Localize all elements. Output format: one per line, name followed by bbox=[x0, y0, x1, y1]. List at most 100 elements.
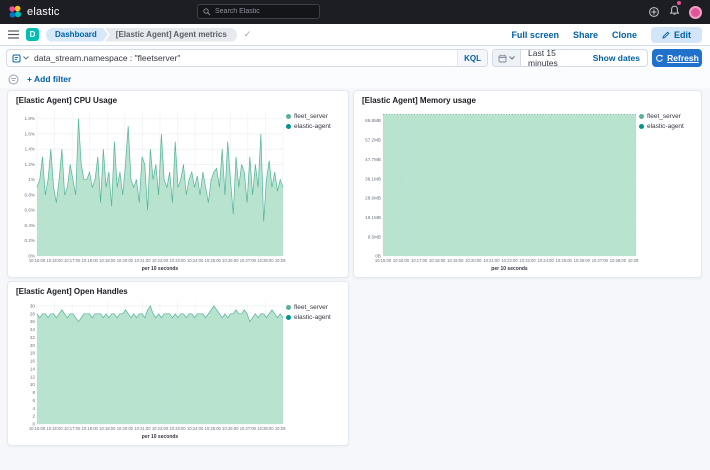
legend-label: fleet_server bbox=[294, 304, 328, 311]
svg-text:10:23:00: 10:23:00 bbox=[519, 258, 536, 263]
svg-text:0.6%: 0.6% bbox=[25, 208, 35, 213]
svg-text:47.7MB: 47.7MB bbox=[365, 157, 381, 162]
svg-text:20: 20 bbox=[30, 343, 36, 348]
svg-text:10:15:00: 10:15:00 bbox=[29, 426, 46, 431]
notification-dot bbox=[677, 1, 681, 5]
svg-text:10:19:00: 10:19:00 bbox=[99, 426, 116, 431]
svg-text:per 10 seconds: per 10 seconds bbox=[142, 434, 179, 440]
svg-text:10:22:00: 10:22:00 bbox=[152, 426, 169, 431]
svg-text:10:25:00: 10:25:00 bbox=[205, 426, 222, 431]
legend-item-elastic-agent[interactable]: elastic-agent bbox=[286, 123, 344, 130]
global-search[interactable] bbox=[197, 4, 320, 19]
legend-item-fleet_server[interactable]: fleet_server bbox=[286, 113, 344, 120]
notifications-bell-icon[interactable] bbox=[669, 3, 680, 21]
refresh-icon bbox=[655, 54, 664, 63]
svg-text:10:26:00: 10:26:00 bbox=[222, 426, 239, 431]
legend-item-fleet_server[interactable]: fleet_server bbox=[286, 304, 344, 311]
chevron-down-icon bbox=[23, 56, 29, 60]
svg-text:9.5MB: 9.5MB bbox=[368, 234, 381, 239]
svg-text:10:20:00: 10:20:00 bbox=[117, 258, 134, 263]
breadcrumb: Dashboard [Elastic Agent] Agent metrics bbox=[46, 28, 237, 42]
panel-title: [Elastic Agent] Memory usage bbox=[354, 91, 701, 106]
time-range-value[interactable]: Last 15 minutes bbox=[521, 48, 593, 68]
svg-text:4: 4 bbox=[32, 406, 35, 411]
legend-label: elastic-agent bbox=[647, 123, 684, 130]
svg-text:10:29:00: 10:29:00 bbox=[275, 426, 286, 431]
query-language-label: KQL bbox=[464, 54, 481, 63]
legend-label: fleet_server bbox=[647, 113, 681, 120]
query-language-button[interactable]: KQL bbox=[457, 50, 487, 66]
svg-text:10:15:00: 10:15:00 bbox=[375, 258, 392, 263]
svg-text:10:26:00: 10:26:00 bbox=[574, 258, 591, 263]
svg-text:0.2%: 0.2% bbox=[25, 238, 35, 243]
svg-text:10:28:00: 10:28:00 bbox=[257, 258, 274, 263]
memory-usage-chart[interactable]: 10:15:0010:16:0010:17:0010:18:0010:19:00… bbox=[356, 106, 639, 275]
clone-button[interactable]: Clone bbox=[612, 30, 637, 40]
svg-text:10:18:00: 10:18:00 bbox=[429, 258, 446, 263]
chevron-down-icon bbox=[509, 56, 515, 60]
breadcrumb-dashboard[interactable]: Dashboard bbox=[46, 28, 108, 42]
add-filter-button[interactable]: + Add filter bbox=[27, 74, 71, 84]
svg-text:8: 8 bbox=[32, 390, 35, 395]
panel-title: [Elastic Agent] CPU Usage bbox=[8, 91, 348, 106]
svg-text:10:19:00: 10:19:00 bbox=[447, 258, 464, 263]
brand-name: elastic bbox=[27, 6, 60, 18]
svg-text:24: 24 bbox=[30, 327, 36, 332]
panel-open-handles: [Elastic Agent] Open Handles 10:15:00 10:… bbox=[7, 281, 349, 446]
svg-text:10:29:00: 10:29:00 bbox=[275, 258, 286, 263]
time-picker-calendar-button[interactable] bbox=[493, 50, 521, 66]
filter-options-icon[interactable] bbox=[8, 74, 19, 85]
user-avatar[interactable] bbox=[689, 6, 702, 19]
chart-legend: fleet_server elastic-agent bbox=[639, 106, 697, 275]
chart-legend: fleet_server elastic-agent bbox=[286, 106, 344, 275]
svg-text:10:25:00: 10:25:00 bbox=[556, 258, 573, 263]
svg-text:10:17:00: 10:17:00 bbox=[411, 258, 428, 263]
svg-text:10:25:00: 10:25:00 bbox=[205, 258, 222, 263]
svg-text:26: 26 bbox=[30, 319, 36, 324]
open-handles-chart[interactable]: 10:15:0010:16:0010:17:0010:18:0010:19:00… bbox=[10, 297, 286, 443]
cpu-usage-chart[interactable]: 10:15:0010:16:0010:17:0010:18:0010:19:00… bbox=[10, 106, 286, 275]
refresh-button[interactable]: Refresh bbox=[652, 49, 702, 67]
kql-query-box[interactable]: KQL bbox=[6, 49, 488, 67]
legend-label: elastic-agent bbox=[294, 314, 331, 321]
search-icon bbox=[203, 8, 211, 16]
svg-text:10:24:00: 10:24:00 bbox=[187, 258, 204, 263]
svg-text:10:19:00: 10:19:00 bbox=[99, 258, 116, 263]
legend-item-fleet_server[interactable]: fleet_server bbox=[639, 113, 697, 120]
svg-text:10:20:00: 10:20:00 bbox=[465, 258, 482, 263]
svg-text:16: 16 bbox=[30, 359, 36, 364]
svg-text:30: 30 bbox=[30, 303, 36, 308]
search-input[interactable] bbox=[215, 8, 314, 15]
guided-setup-icon[interactable] bbox=[648, 6, 660, 18]
chart-canvas: 10:15:0010:16:0010:17:0010:18:0010:19:00… bbox=[10, 106, 286, 275]
svg-text:10:23:00: 10:23:00 bbox=[169, 426, 186, 431]
chart-canvas: 10:15:0010:16:0010:17:0010:18:0010:19:00… bbox=[10, 297, 286, 443]
query-input[interactable] bbox=[34, 53, 457, 63]
chart-canvas: 10:15:0010:16:0010:17:0010:18:0010:19:00… bbox=[356, 106, 639, 275]
legend-dot bbox=[286, 305, 291, 310]
svg-text:1%: 1% bbox=[28, 177, 35, 182]
svg-text:1.4%: 1.4% bbox=[25, 147, 35, 152]
legend-item-elastic-agent[interactable]: elastic-agent bbox=[286, 314, 344, 321]
svg-text:10:27:00: 10:27:00 bbox=[592, 258, 609, 263]
menu-hamburger-icon[interactable] bbox=[8, 30, 19, 39]
breadcrumb-current-page: [Elastic Agent] Agent metrics bbox=[105, 28, 237, 42]
svg-text:10: 10 bbox=[30, 382, 36, 387]
panel-title: [Elastic Agent] Open Handles bbox=[8, 282, 348, 297]
full-screen-button[interactable]: Full screen bbox=[511, 30, 559, 40]
svg-text:10:17:00: 10:17:00 bbox=[64, 258, 81, 263]
svg-text:10:21:00: 10:21:00 bbox=[134, 426, 151, 431]
svg-text:10:27:00: 10:27:00 bbox=[240, 426, 257, 431]
legend-label: elastic-agent bbox=[294, 123, 331, 130]
svg-text:10:22:00: 10:22:00 bbox=[501, 258, 518, 263]
svg-text:10:16:00: 10:16:00 bbox=[46, 258, 63, 263]
legend-item-elastic-agent[interactable]: elastic-agent bbox=[639, 123, 697, 130]
show-dates-button[interactable]: Show dates bbox=[593, 53, 647, 63]
edit-button[interactable]: Edit bbox=[651, 27, 702, 43]
svg-text:10:28:00: 10:28:00 bbox=[257, 426, 274, 431]
svg-text:per 10 seconds: per 10 seconds bbox=[142, 266, 179, 272]
svg-text:10:18:00: 10:18:00 bbox=[82, 426, 99, 431]
saved-query-menu-button[interactable] bbox=[7, 50, 34, 66]
share-button[interactable]: Share bbox=[573, 30, 598, 40]
svg-text:0.8%: 0.8% bbox=[25, 192, 35, 197]
